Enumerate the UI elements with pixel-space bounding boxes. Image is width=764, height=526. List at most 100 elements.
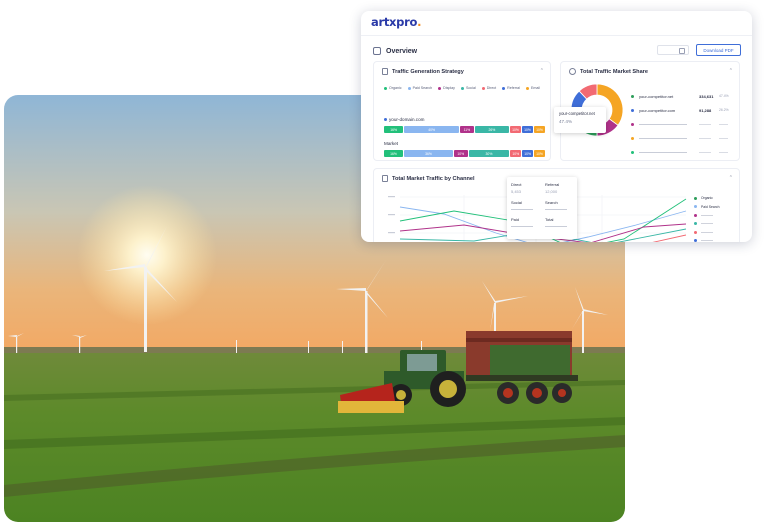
legend-item-organic[interactable]: Organic (384, 86, 402, 90)
market-share-row[interactable]: your-competitor.net 334,631 47.4% (631, 89, 731, 103)
legend-item-email[interactable]: Email (525, 86, 540, 90)
tooltip-direct-label: Direct (511, 182, 522, 187)
tooltip-social-value-bar (511, 209, 533, 210)
collapse-chevron-icon[interactable]: ⌃ (540, 68, 544, 74)
tooltip-site: your-competitor.net (559, 111, 595, 116)
tooltip-total-label: Total (545, 217, 554, 222)
bar-segment-direct[interactable]: 10% (510, 126, 522, 133)
overview-header: Overview Download PDF (373, 43, 741, 59)
bar-segment-organic[interactable]: 16% (384, 126, 404, 133)
placeholder-share-bar (719, 137, 728, 139)
dashboard-header: artxpro. (361, 11, 752, 36)
bar-segment-email[interactable]: 10% (533, 126, 545, 133)
legend-dot-icon (460, 86, 464, 90)
series-dot-icon (694, 205, 697, 209)
strategy-panel-title: Traffic Generation Strategy (392, 68, 464, 75)
logo-text: artxpro (371, 14, 418, 29)
tooltip-direct-value: 5,453 (511, 189, 522, 194)
market-traffic-bar: 16% 36% 10% 30% 10% 10% 10% (384, 150, 546, 157)
tooltip-search-label: Search (545, 200, 558, 205)
legend-item-paid-search[interactable]: Paid Search (407, 86, 432, 90)
tooltip-referral-label: Referral (545, 182, 560, 187)
placeholder-label-bar (701, 240, 713, 242)
legend-item-referral[interactable]: Referral (502, 86, 520, 90)
traffic-generation-strategy-panel: Traffic Generation Strategy ⌃ Organic Pai… (373, 61, 551, 161)
placeholder-value-bar (699, 137, 711, 139)
market-share-list: your-competitor.net 334,631 47.4% your-comp… (631, 89, 731, 159)
bar-segment-paid-search[interactable]: 36% (404, 150, 453, 157)
bar-segment-organic[interactable]: 16% (384, 150, 404, 157)
bar-segment-display[interactable]: 11% (460, 126, 474, 133)
market-share-row[interactable] (631, 131, 731, 145)
bar-segment-paid-search[interactable]: 40% (404, 126, 460, 133)
legend-dot-icon (502, 86, 506, 90)
channel-legend-item[interactable] (694, 220, 719, 229)
placeholder-label-bar (701, 223, 713, 225)
legend-item-social[interactable]: Social (460, 86, 476, 90)
market-share-row[interactable] (631, 117, 731, 131)
competitor-site: your-competitor.com (639, 107, 676, 113)
placeholder-label-bar (701, 231, 713, 233)
collapse-chevron-icon[interactable]: ⌃ (729, 68, 733, 74)
bar-segment-social[interactable]: 30% (468, 150, 510, 157)
legend-dot-icon (525, 86, 529, 90)
donut-tooltip: your-competitor.net 47.4% (554, 107, 606, 133)
legend-dot-icon (438, 86, 442, 90)
overview-title: Overview (386, 47, 418, 55)
placeholder-value-bar (699, 151, 711, 153)
bar-segment-direct[interactable]: 10% (510, 150, 522, 157)
channel-chart-legend: Organic Paid Search (694, 194, 719, 242)
bar-segment-email[interactable]: 10% (534, 150, 545, 157)
bar-segment-referral[interactable]: 10% (522, 126, 533, 133)
artxpro-logo[interactable]: artxpro. (371, 14, 421, 30)
channel-legend-item[interactable]: Paid Search (694, 203, 719, 212)
bar-segment-social[interactable]: 26% (474, 126, 510, 133)
market-share-row[interactable] (631, 145, 731, 159)
channel-legend-item[interactable] (694, 211, 719, 220)
bar-segment-referral[interactable]: 10% (522, 150, 534, 157)
placeholder-site-bar (639, 123, 687, 125)
series-dot-icon (694, 230, 697, 234)
date-range-picker[interactable] (657, 45, 689, 55)
competitor-site: your-competitor.net (639, 93, 674, 99)
tooltip-total-value-bar (545, 226, 567, 227)
tooltip-social-label: Social (511, 200, 522, 205)
channel-legend-item[interactable] (694, 228, 719, 237)
chart-y-ticks (388, 196, 395, 234)
tooltip-referral-value: 12,000 (545, 189, 558, 194)
bar-segment-display[interactable]: 10% (453, 150, 468, 157)
placeholder-site-bar (639, 151, 687, 153)
channel-legend-item[interactable] (694, 237, 719, 242)
competitor-traffic: 334,631 (699, 93, 714, 99)
channel-legend: Organic Paid Search Display Social Direct Ref… (384, 86, 540, 90)
channel-legend-item[interactable]: Organic (694, 194, 719, 203)
series-dot-icon (694, 196, 697, 200)
download-pdf-button[interactable]: Download PDF (696, 44, 741, 56)
legend-item-direct[interactable]: Direct (481, 86, 496, 90)
strategy-panel-icon (382, 68, 388, 75)
domain-traffic-bar: 16% 40% 11% 26% 10% 10% 10% (384, 126, 546, 133)
channel-tooltip: Direct 5,453 Referral 12,000 Social Sear… (507, 177, 577, 239)
domain-row-label: your-domain.com (384, 117, 425, 122)
market-row-label: Market (384, 141, 399, 146)
competitor-dot-icon (631, 94, 634, 98)
series-dot-icon (694, 239, 697, 242)
legend-dot-icon (384, 86, 387, 90)
placeholder-share-bar (719, 151, 728, 153)
competitor-dot-icon (631, 136, 634, 140)
legend-dot-icon (407, 86, 411, 90)
series-dot-icon (694, 213, 697, 217)
competitor-share: 26.2% (719, 108, 729, 112)
competitor-dot-icon (631, 108, 634, 112)
competitor-dot-icon (631, 150, 634, 154)
placeholder-site-bar (639, 137, 687, 139)
tooltip-paid-label: Paid (511, 217, 520, 222)
overview-icon (373, 47, 381, 55)
market-share-row[interactable]: your-competitor.com 91,288 26.2% (631, 103, 731, 117)
placeholder-share-bar (719, 123, 728, 125)
series-dot-icon (694, 222, 697, 226)
competitor-dot-icon (631, 122, 634, 126)
market-share-panel-icon (569, 68, 576, 75)
placeholder-label-bar (701, 214, 713, 216)
legend-item-display[interactable]: Display (438, 86, 455, 90)
